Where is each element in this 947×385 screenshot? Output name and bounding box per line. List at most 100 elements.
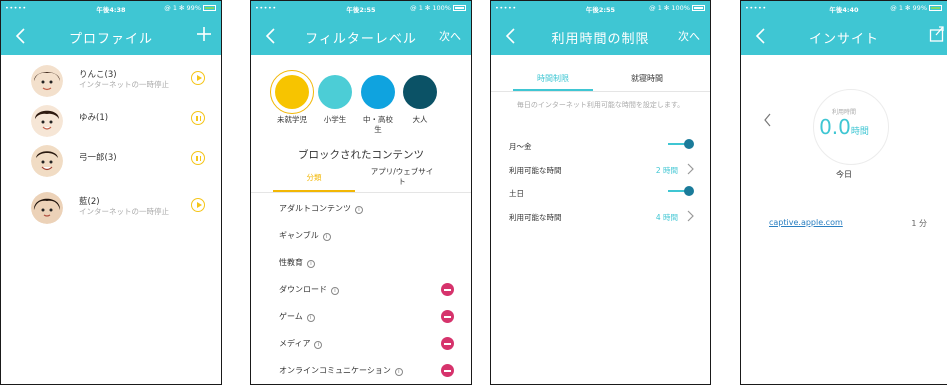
status-right: @ 1 ✻ 100% bbox=[649, 4, 705, 12]
category-label: メディア bbox=[279, 339, 311, 348]
divider bbox=[251, 192, 471, 193]
blocked-content-title: ブロックされたコンテンツ bbox=[298, 149, 424, 161]
divider bbox=[491, 91, 710, 92]
profile-screen: ••••• 午後4:38 @ 1 ✻ 99% プロファイル りんこ(3) インタ… bbox=[0, 0, 222, 385]
status-bar: ••••• 午後2:55 @ 1 ✻ 100% bbox=[251, 1, 471, 17]
category-label: アダルトコンテンツ bbox=[279, 204, 351, 213]
tab-category[interactable]: 分類 bbox=[273, 173, 355, 183]
pause-button[interactable] bbox=[191, 151, 205, 165]
avatar bbox=[31, 192, 63, 224]
remove-block-button[interactable] bbox=[441, 364, 454, 377]
nav-bar: インサイト bbox=[741, 17, 947, 55]
status-bar: ••••• 午後4:38 @ 1 ✻ 99% bbox=[1, 1, 221, 17]
plus-icon[interactable] bbox=[195, 25, 213, 43]
info-icon[interactable]: i bbox=[306, 314, 315, 322]
category-row[interactable]: メディア i bbox=[279, 338, 323, 349]
status-right: @ 1 ✻ 99% bbox=[164, 4, 216, 12]
weekend-allowed-row[interactable]: 利用可能な時間 4 時間 bbox=[509, 210, 694, 223]
category-label: ギャンブル bbox=[279, 231, 319, 240]
remove-block-button[interactable] bbox=[441, 337, 454, 350]
profile-row[interactable]: 藍(2) インターネットの一時停止 bbox=[1, 186, 221, 234]
page-title: プロファイル bbox=[68, 32, 153, 47]
category-label: ダウンロード bbox=[279, 285, 327, 294]
battery-icon bbox=[453, 5, 466, 11]
allowed-time-value: 4 時間 bbox=[655, 213, 678, 222]
share-icon[interactable] bbox=[929, 25, 945, 43]
status-indicators: @ 1 ✻ 99% bbox=[164, 4, 201, 12]
site-link[interactable]: captive.apple.com bbox=[769, 218, 843, 227]
weekday-row: 月～金 bbox=[509, 139, 694, 152]
status-bar: ••••• 午後2:55 @ 1 ✻ 100% bbox=[491, 1, 710, 17]
status-bar: ••••• 午後4:40 @ 1 ✻ 99% bbox=[741, 1, 947, 17]
profile-status: インターネットの一時停止 bbox=[79, 207, 169, 216]
site-time: 1 分 bbox=[911, 219, 927, 228]
status-right: @ 1 ✻ 99% bbox=[890, 4, 942, 12]
level-label: 小学生 bbox=[323, 115, 347, 124]
weekday-toggle[interactable] bbox=[668, 139, 694, 149]
avatar bbox=[31, 65, 63, 97]
status-indicators: @ 1 ✻ 100% bbox=[649, 4, 690, 12]
status-indicators: @ 1 ✻ 100% bbox=[410, 4, 451, 12]
category-row[interactable]: ギャンブル i bbox=[279, 230, 331, 241]
tab-apps-websites[interactable]: アプリ/ウェブサイト bbox=[369, 167, 435, 187]
remove-block-button[interactable] bbox=[441, 283, 454, 296]
weekday-allowed-row[interactable]: 利用可能な時間 2 時間 bbox=[509, 163, 694, 176]
chevron-right-icon bbox=[687, 210, 694, 222]
profile-name: ゆみ(1) bbox=[79, 113, 109, 123]
category-row[interactable]: 性教育 i bbox=[279, 257, 315, 268]
nav-bar: プロファイル bbox=[1, 17, 221, 55]
info-icon[interactable]: i bbox=[307, 260, 315, 268]
category-row[interactable]: ダウンロード i bbox=[279, 284, 339, 295]
usage-value: 0.0時間 bbox=[741, 115, 947, 139]
battery-icon bbox=[203, 5, 216, 11]
status-right: @ 1 ✻ 100% bbox=[410, 4, 466, 12]
info-icon[interactable]: i bbox=[355, 206, 363, 214]
tab-time-limit[interactable]: 時間制限 bbox=[513, 73, 593, 84]
pause-icon bbox=[196, 115, 198, 121]
weekend-toggle[interactable] bbox=[668, 186, 694, 196]
pause-icon bbox=[196, 155, 198, 161]
category-label: ゲーム bbox=[279, 312, 303, 321]
filter-level-screen: ••••• 午後2:55 @ 1 ✻ 100% フィルターレベル 次へ 未就学児… bbox=[250, 0, 472, 385]
profile-name: 弓一郎(3) bbox=[79, 153, 117, 163]
level-label: 未就学児 bbox=[277, 115, 307, 124]
time-limit-screen: ••••• 午後2:55 @ 1 ✻ 100% 利用時間の制限 次へ 時間制限 … bbox=[490, 0, 711, 385]
pause-icon bbox=[199, 155, 201, 161]
level-label: 中・高校生 bbox=[363, 115, 393, 134]
avatar bbox=[31, 145, 63, 177]
resume-button[interactable] bbox=[191, 198, 205, 212]
resume-button[interactable] bbox=[191, 71, 205, 85]
allowed-time-label: 利用可能な時間 bbox=[509, 166, 562, 175]
level-preschool[interactable] bbox=[270, 70, 314, 114]
category-label: 性教育 bbox=[279, 258, 303, 267]
category-row[interactable]: アダルトコンテンツ i bbox=[279, 203, 363, 214]
tab-bedtime[interactable]: 就寝時間 bbox=[609, 73, 685, 84]
level-label: 大人 bbox=[412, 115, 428, 124]
info-icon[interactable]: i bbox=[394, 368, 403, 376]
info-icon[interactable]: i bbox=[322, 233, 331, 241]
next-button[interactable]: 次へ bbox=[439, 28, 461, 44]
play-icon bbox=[196, 202, 202, 208]
next-button[interactable]: 次へ bbox=[678, 28, 700, 44]
weekend-row: 土日 bbox=[509, 186, 694, 199]
info-icon[interactable]: i bbox=[314, 341, 323, 349]
category-row[interactable]: ゲーム i bbox=[279, 311, 315, 322]
avatar bbox=[31, 105, 63, 137]
status-indicators: @ 1 ✻ 99% bbox=[890, 4, 927, 12]
level-secondary[interactable] bbox=[361, 75, 395, 109]
weekend-label: 土日 bbox=[509, 189, 524, 198]
level-adult[interactable] bbox=[403, 75, 437, 109]
nav-bar: 利用時間の制限 次へ bbox=[491, 17, 710, 55]
play-icon bbox=[196, 75, 202, 81]
info-icon[interactable]: i bbox=[331, 287, 339, 295]
chevron-right-icon bbox=[687, 163, 694, 175]
category-row[interactable]: オンラインコミュニケーション i bbox=[279, 365, 403, 376]
category-label: オンラインコミュニケーション bbox=[279, 366, 391, 375]
level-elementary[interactable] bbox=[318, 75, 352, 109]
remove-block-button[interactable] bbox=[441, 310, 454, 323]
battery-icon bbox=[929, 5, 942, 11]
pause-icon bbox=[199, 115, 201, 121]
profile-row[interactable]: 弓一郎(3) bbox=[1, 139, 221, 187]
usage-number: 0.0 bbox=[819, 115, 851, 139]
pause-button[interactable] bbox=[191, 111, 205, 125]
